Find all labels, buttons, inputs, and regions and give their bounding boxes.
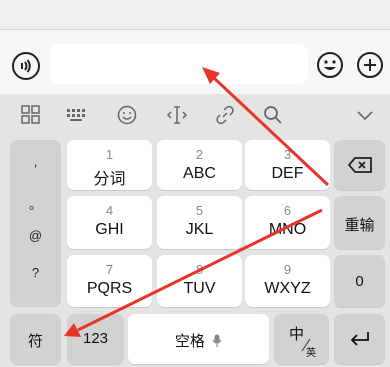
arrow-to-symbol-key — [77, 208, 323, 332]
annotation-arrows — [64, 67, 330, 337]
arrow-to-input — [212, 76, 330, 187]
